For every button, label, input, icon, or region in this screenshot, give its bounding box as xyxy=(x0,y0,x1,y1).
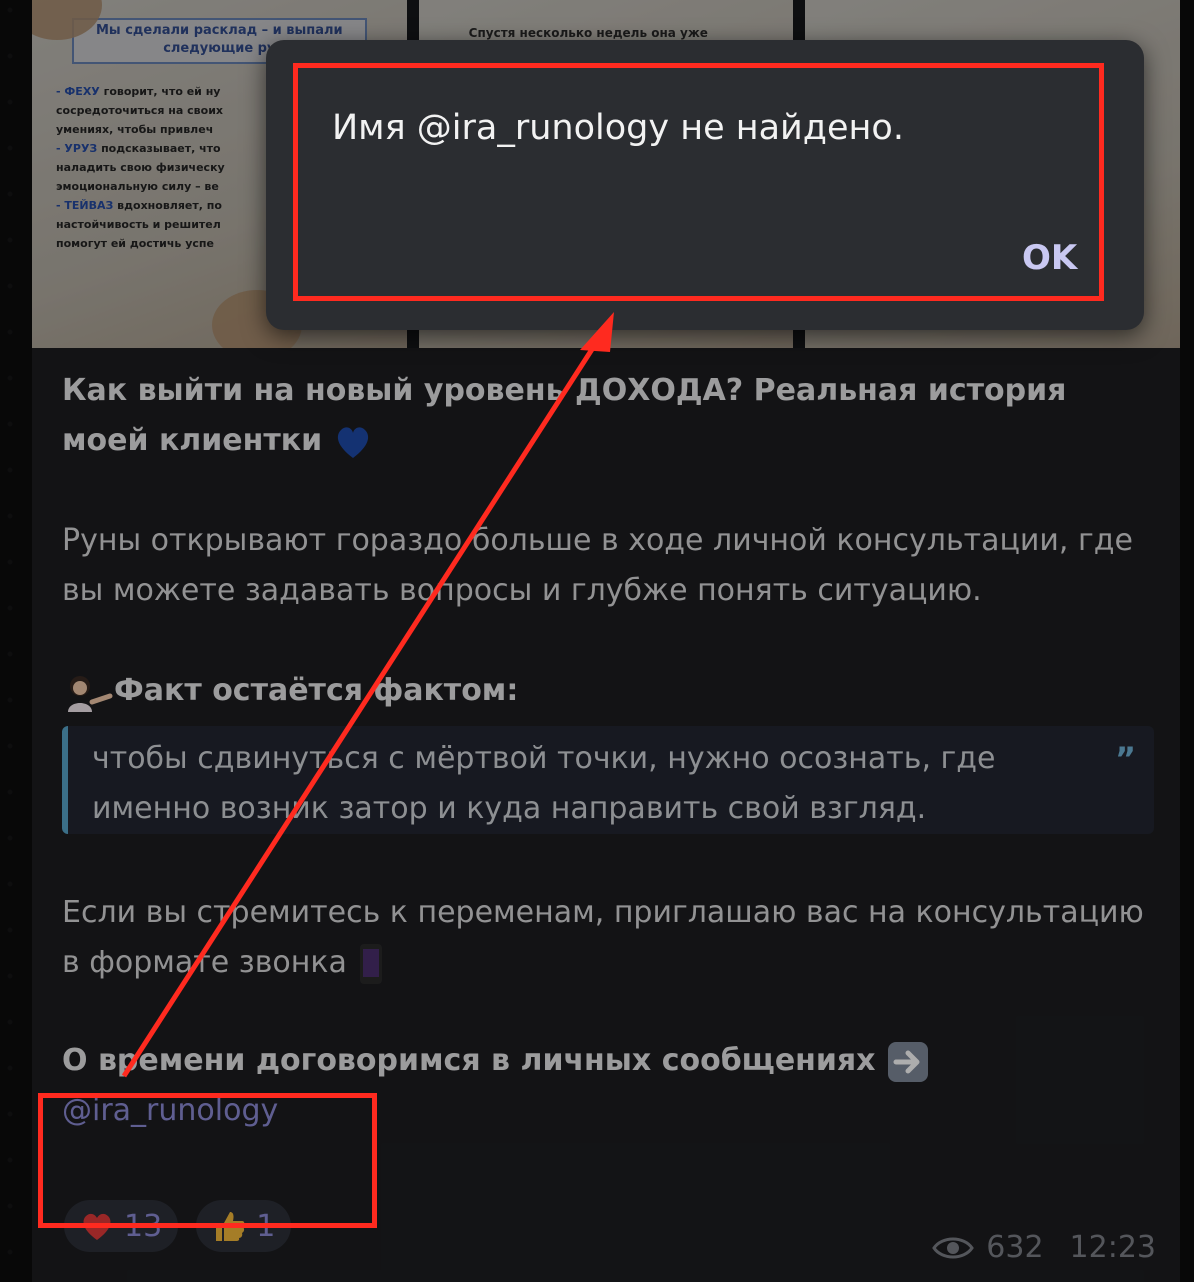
annotation-arrow xyxy=(121,312,614,1078)
